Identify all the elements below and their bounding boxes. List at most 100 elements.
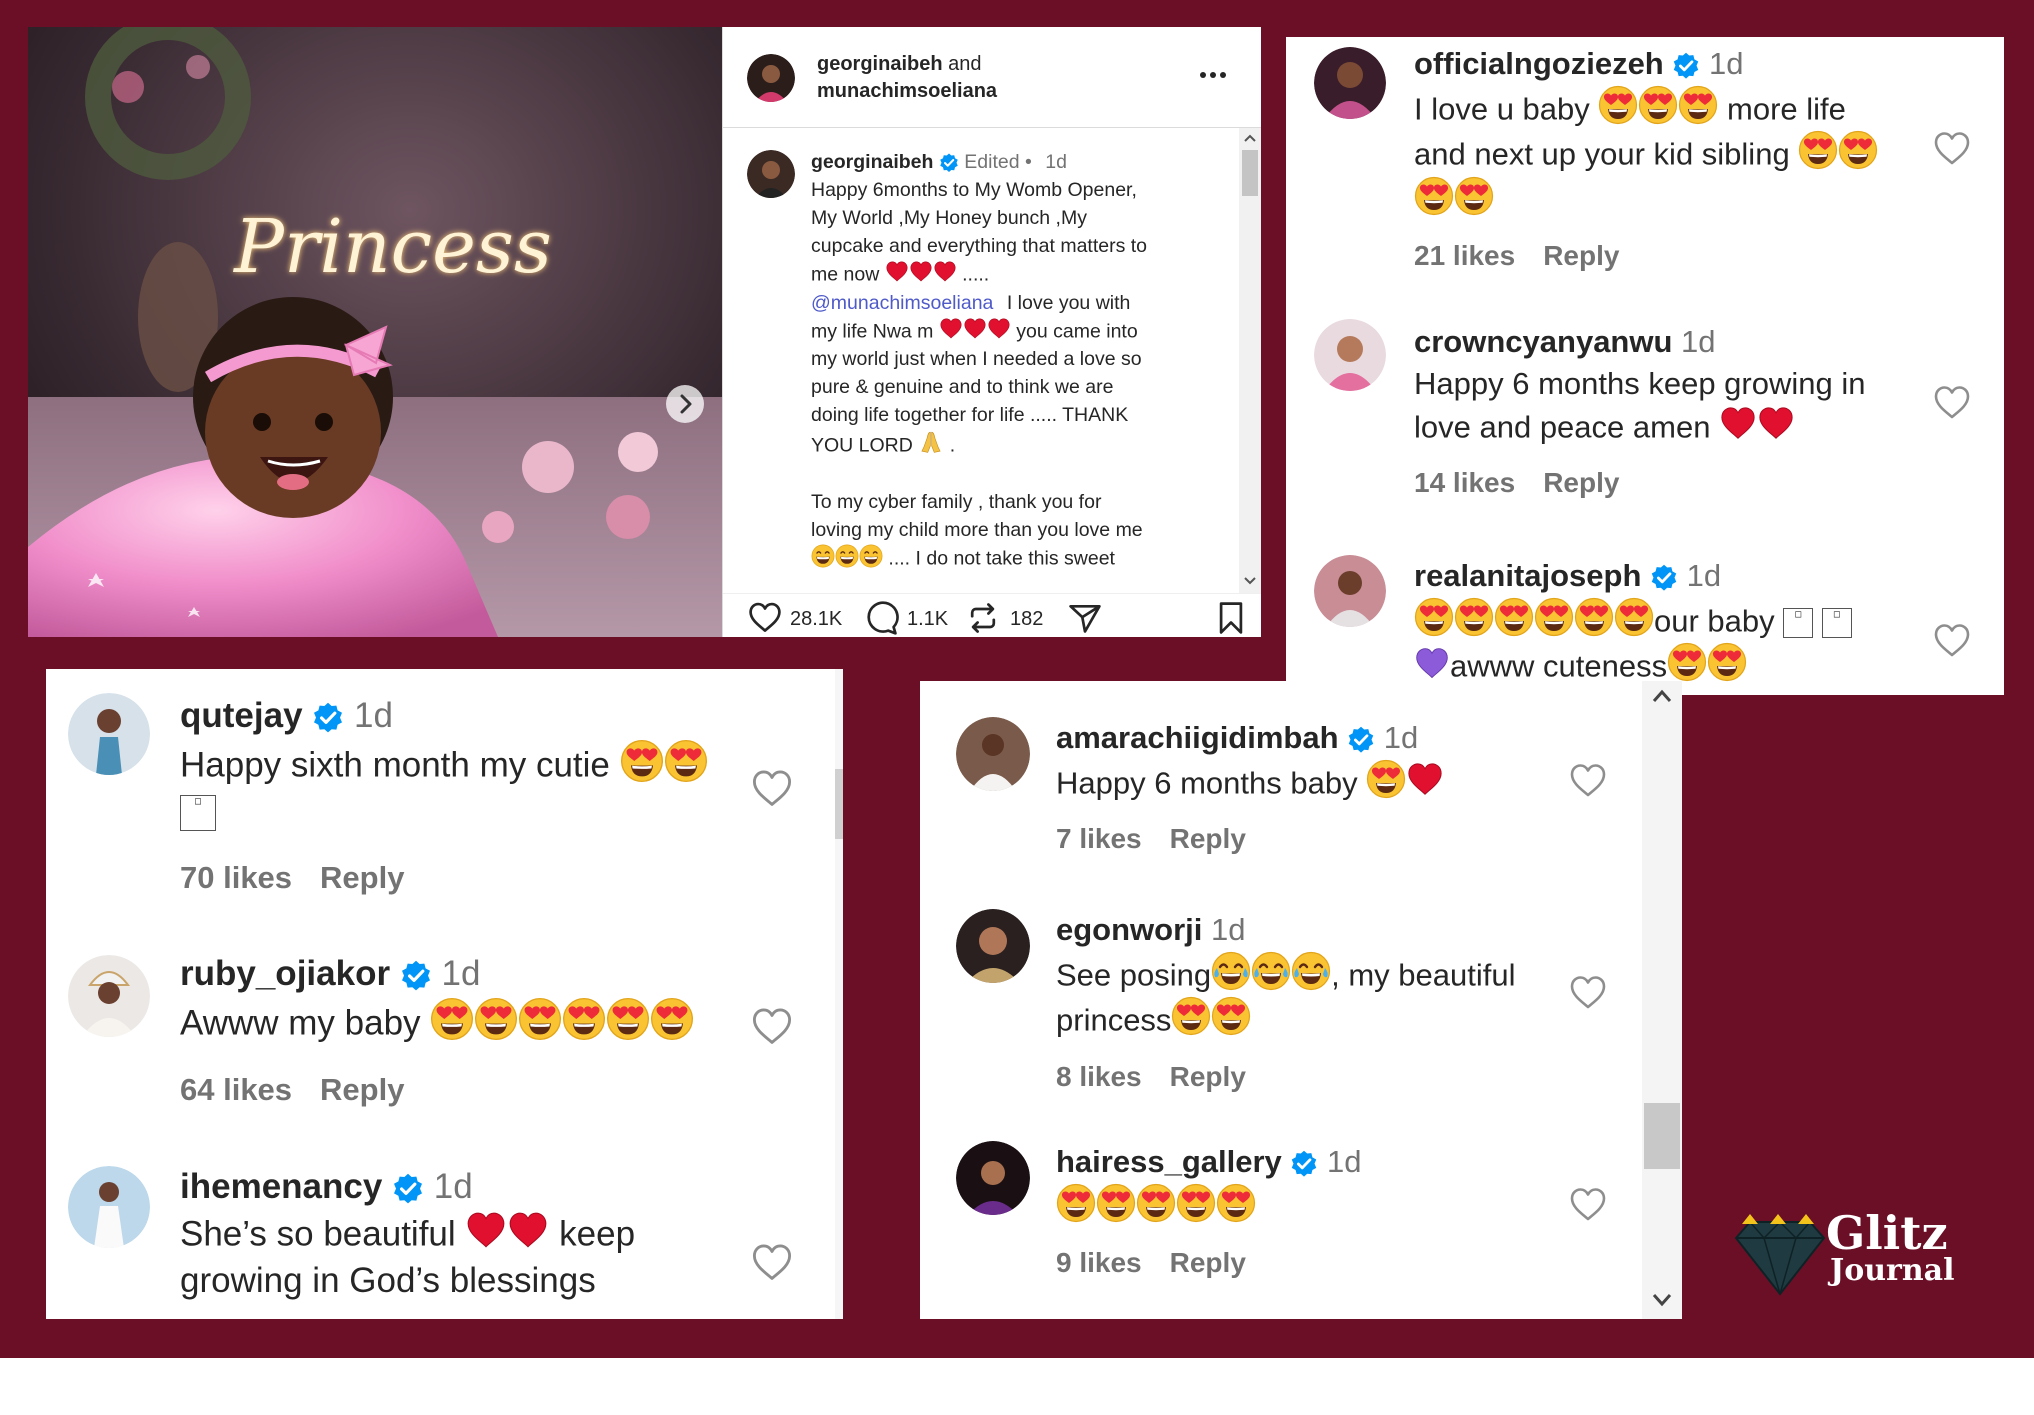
reply-button[interactable]: Reply <box>1543 240 1619 271</box>
avatar[interactable] <box>1314 555 1386 627</box>
comment-button[interactable] <box>863 600 899 637</box>
caption-line: my life Nwa m <box>811 320 934 342</box>
comment-likes[interactable]: 9 likes <box>1056 1247 1142 1278</box>
comment-age: 1d <box>354 696 393 735</box>
save-button[interactable] <box>1213 600 1249 637</box>
comment-like-button[interactable] <box>750 767 794 816</box>
avatar[interactable] <box>68 693 150 775</box>
reply-button[interactable]: Reply <box>1170 823 1246 854</box>
comment-like-button[interactable] <box>1932 621 1972 666</box>
comment-username[interactable]: qutejay <box>180 696 303 735</box>
comment-likes[interactable]: 64 likes <box>180 1072 292 1107</box>
heart-eyes-emoji-icon <box>1454 176 1494 216</box>
verified-icon <box>1672 52 1700 80</box>
post-sidebar: georginaibeh and munachimsoeliana georgi… <box>722 27 1261 637</box>
mention-link[interactable]: @munachimsoeliana <box>811 292 993 314</box>
share-button[interactable] <box>1067 600 1103 637</box>
comment-username[interactable]: hairess_gallery <box>1056 1144 1282 1179</box>
caption-line: my world just when I needed a love so <box>811 348 1142 370</box>
comment-username[interactable]: realanitajoseph <box>1414 558 1641 593</box>
scrollbar-track[interactable] <box>1642 681 1682 1319</box>
comment-likes[interactable]: 70 likes <box>180 860 292 895</box>
reply-button[interactable]: Reply <box>1170 1061 1246 1092</box>
logo-text-glitz: Glitz <box>1826 1206 1948 1260</box>
chevron-up-icon <box>1652 689 1672 702</box>
comment-username[interactable]: egonworji <box>1056 912 1202 947</box>
comment-username[interactable]: ruby_ojiakor <box>180 954 390 993</box>
neon-sign: Princess <box>232 204 552 290</box>
grin-emoji-icon <box>859 544 883 568</box>
red-heart-icon <box>933 260 957 284</box>
author-username[interactable]: georginaibeh <box>817 53 943 75</box>
comment-like-button[interactable] <box>1568 973 1608 1018</box>
next-photo-button[interactable] <box>666 385 704 423</box>
heart-icon <box>1568 1185 1608 1225</box>
heart-eyes-emoji-icon <box>1678 85 1718 125</box>
comment-like-button[interactable] <box>1932 129 1972 174</box>
heart-eyes-emoji-icon <box>1096 1183 1136 1223</box>
caption-avatar[interactable] <box>747 150 795 198</box>
comment-text: I love u baby <box>1414 91 1590 127</box>
heart-icon <box>1568 973 1608 1013</box>
like-button[interactable] <box>747 600 783 637</box>
comment-likes[interactable]: 7 likes <box>1056 823 1142 854</box>
comment-text: and next up your kid sibling <box>1414 136 1790 172</box>
scrollbar-track[interactable] <box>835 669 843 1319</box>
more-options-button[interactable] <box>1193 65 1233 85</box>
joy-emoji-icon <box>1291 951 1331 991</box>
reply-button[interactable]: Reply <box>1170 1247 1246 1278</box>
comment-username[interactable]: amarachiigidimbah <box>1056 720 1339 755</box>
avatar[interactable] <box>68 1166 150 1248</box>
avatar[interactable] <box>68 955 150 1037</box>
caption-username[interactable]: georginaibeh <box>811 151 933 173</box>
comment-like-button[interactable] <box>1568 761 1608 806</box>
comment-like-button[interactable] <box>750 1005 794 1054</box>
chevron-down-icon <box>1652 1294 1672 1307</box>
comment-likes[interactable]: 8 likes <box>1056 1061 1142 1092</box>
comment-username[interactable]: crowncyanyanwu <box>1414 324 1672 359</box>
heart-eyes-emoji-icon <box>474 997 518 1041</box>
heart-eyes-emoji-icon <box>1598 85 1638 125</box>
comment-like-button[interactable] <box>1932 383 1972 428</box>
bookmark-icon <box>1219 602 1243 634</box>
reply-button[interactable]: Reply <box>320 860 404 895</box>
avatar[interactable] <box>1314 319 1386 391</box>
comment-text: keep <box>559 1214 636 1254</box>
red-heart-icon <box>1757 405 1795 443</box>
avatar[interactable] <box>747 54 795 102</box>
scrollbar-thumb[interactable] <box>835 769 843 839</box>
caption-scrollbar[interactable] <box>1239 128 1261 593</box>
reply-button[interactable]: Reply <box>1543 467 1619 498</box>
red-heart-icon <box>1719 405 1757 443</box>
grin-emoji-icon <box>835 544 859 568</box>
caption-dots: ..... <box>962 263 990 286</box>
heart-eyes-emoji-icon <box>1414 597 1454 637</box>
comment-username[interactable]: officialngoziezeh <box>1414 46 1664 81</box>
chevron-down-icon <box>1244 577 1256 585</box>
red-heart-icon <box>987 317 1011 341</box>
comment-likes[interactable]: 21 likes <box>1414 240 1515 271</box>
avatar[interactable] <box>956 909 1030 983</box>
reply-button[interactable]: Reply <box>320 1072 404 1107</box>
avatar[interactable] <box>956 717 1030 791</box>
caption-line: YOU LORD <box>811 434 913 457</box>
comment-text: Awww my baby <box>180 1003 421 1043</box>
heart-eyes-emoji-icon <box>620 739 664 783</box>
scrollbar-thumb[interactable] <box>1644 1103 1680 1169</box>
comment-username[interactable]: ihemenancy <box>180 1167 382 1206</box>
repost-button[interactable] <box>965 600 1001 637</box>
comment-count: 1.1K <box>907 608 949 630</box>
post-photo[interactable]: Princess Princess <box>28 27 722 637</box>
comment-like-button[interactable] <box>1568 1185 1608 1230</box>
scrollbar-thumb[interactable] <box>1242 150 1258 196</box>
avatar[interactable] <box>956 1141 1030 1215</box>
verified-icon <box>1290 1150 1318 1178</box>
heart-eyes-emoji-icon <box>1707 642 1747 682</box>
coauthor-username[interactable]: munachimsoeliana <box>817 80 997 102</box>
heart-eyes-emoji-icon <box>1216 1183 1256 1223</box>
comment-like-button[interactable] <box>750 1241 794 1290</box>
avatar[interactable] <box>1314 47 1386 119</box>
caption-line: loving my child more than you love me <box>811 518 1143 541</box>
comment-likes[interactable]: 14 likes <box>1414 467 1515 498</box>
repost-count: 182 <box>1010 608 1044 630</box>
